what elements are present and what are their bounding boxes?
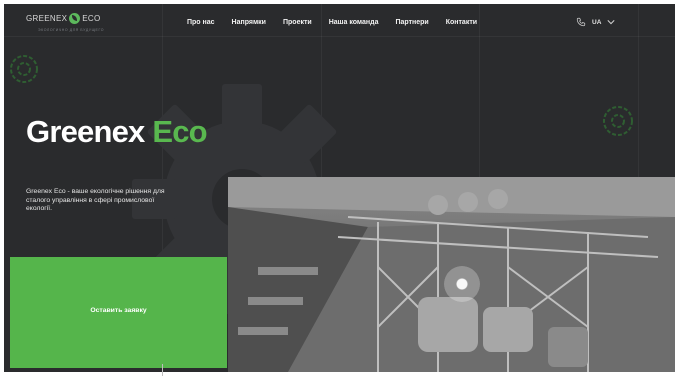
main-nav: Про нас Напрямки Проекти Наша команда Па… bbox=[187, 19, 494, 26]
hero-title-main: Greenex bbox=[26, 114, 145, 149]
brand-name-left: GREENEX bbox=[26, 14, 68, 23]
nav-item-partners[interactable]: Партнери bbox=[395, 19, 428, 26]
nav-item-contacts[interactable]: Контакти bbox=[446, 19, 477, 26]
header-controls: UA bbox=[576, 17, 615, 27]
chevron-down-icon[interactable] bbox=[607, 19, 615, 25]
page: GREENEX ECO ЭКОЛОГИЧНО ДЛЯ БУДУЩЕГО Про … bbox=[4, 4, 675, 372]
nav-item-team[interactable]: Наша команда bbox=[329, 19, 379, 26]
brand-name-right: ECO bbox=[82, 14, 101, 23]
divider bbox=[162, 364, 163, 376]
play-video-button[interactable] bbox=[444, 266, 480, 302]
submit-request-button[interactable]: Оставить заявку bbox=[10, 257, 227, 368]
leaf-logo-icon bbox=[69, 13, 81, 24]
small-gear-icon bbox=[10, 55, 38, 83]
brand-tagline: ЭКОЛОГИЧНО ДЛЯ БУДУЩЕГО bbox=[38, 28, 105, 32]
hero-title-accent: Eco bbox=[152, 114, 207, 149]
hero-description: Greenex Eco - ваше екологічне рішення дл… bbox=[26, 188, 165, 213]
small-gear-icon bbox=[603, 106, 633, 136]
brand-logo[interactable]: GREENEX ECO bbox=[26, 13, 100, 24]
nav-item-about[interactable]: Про нас bbox=[187, 19, 215, 26]
submit-request-label: Оставить заявку bbox=[90, 307, 147, 314]
phone-icon[interactable] bbox=[576, 17, 586, 27]
hero-title: Greenex Eco bbox=[26, 114, 208, 150]
nav-item-directions[interactable]: Напрямки bbox=[232, 19, 266, 26]
header-divider bbox=[4, 36, 675, 37]
language-selector[interactable]: UA bbox=[592, 19, 601, 26]
nav-item-projects[interactable]: Проекти bbox=[283, 19, 312, 26]
